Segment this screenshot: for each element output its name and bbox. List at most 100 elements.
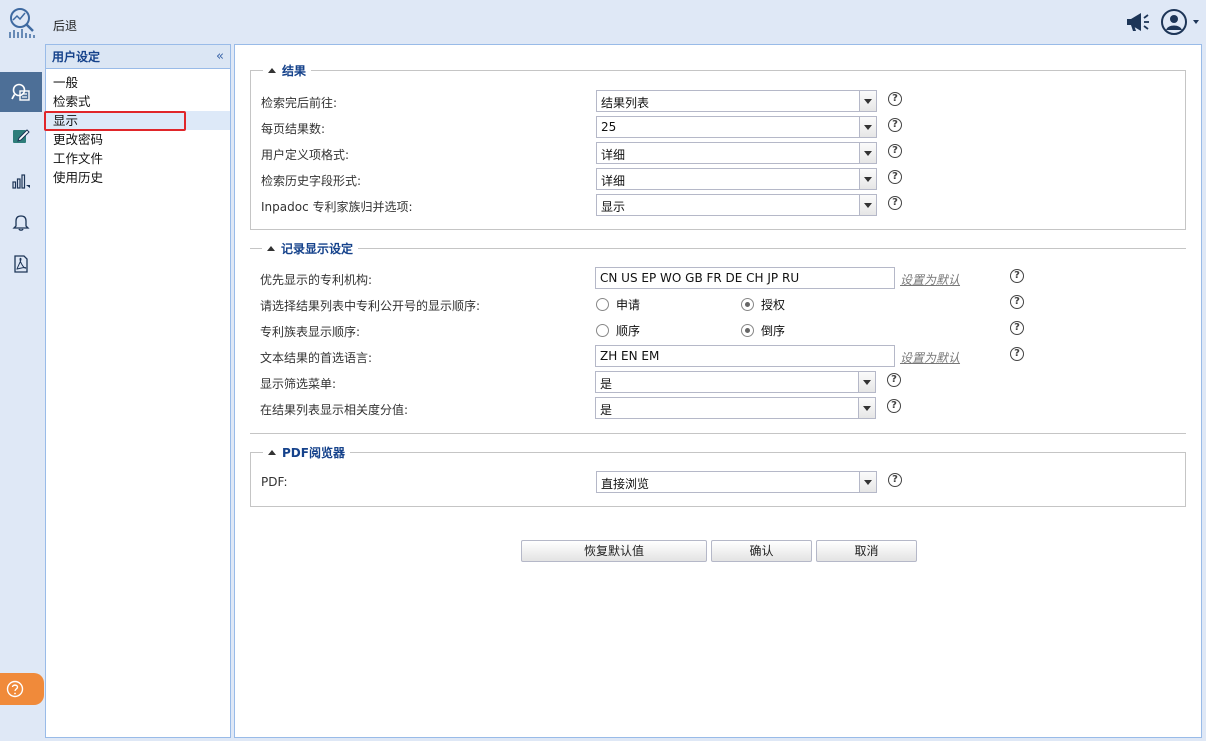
field-label: 优先显示的专利机构: [260, 273, 373, 287]
row-pdf-mode: PDF: 直接浏览 ? [261, 471, 1176, 493]
radio-grant[interactable]: 授权 [741, 296, 785, 313]
help-icon[interactable]: ? [887, 373, 901, 387]
settings-nav-list: 一般 检索式 显示 更改密码 工作文件 使用历史 [44, 69, 230, 187]
pdf-viewer-title: PDF阅览器 [282, 446, 345, 460]
nav-item-work-files[interactable]: 工作文件 [46, 149, 230, 168]
help-icon[interactable]: ? [888, 92, 902, 106]
custom-field-format-select[interactable]: 详细 [596, 142, 877, 164]
nav-item-change-password[interactable]: 更改密码 [46, 130, 230, 149]
radio-label: 倒序 [761, 324, 786, 338]
row-preferred-language: 文本结果的首选语言: 设置为默认 ? [260, 345, 1175, 367]
help-icon[interactable]: ? [1010, 347, 1024, 361]
preferred-authority-input[interactable] [595, 267, 895, 289]
help-icon[interactable]: ? [888, 170, 902, 184]
record-display-legend: 记录显示设定 [262, 240, 359, 257]
field-label: 检索历史字段形式: [261, 174, 362, 188]
results-per-page-select[interactable]: 25 [596, 116, 877, 138]
field-label: 检索完后前往: [261, 96, 338, 110]
confirm-button[interactable]: 确认 [711, 540, 812, 562]
radio-application[interactable]: 申请 [596, 296, 640, 313]
help-icon[interactable]: ? [888, 144, 902, 158]
field-label: PDF: [261, 475, 288, 489]
pdf-viewer-section: PDF阅览器 PDF: 直接浏览 ? [250, 444, 1186, 507]
record-display-title: 记录显示设定 [281, 242, 354, 256]
row-publication-order: 请选择结果列表中专利公开号的显示顺序: 申请 授权 ? [260, 293, 1175, 315]
bell-icon [12, 215, 30, 231]
radio-circle[interactable] [596, 324, 609, 337]
megaphone-icon[interactable] [1124, 10, 1150, 34]
inpadoc-family-select[interactable]: 显示 [596, 194, 877, 216]
filter-menu-select[interactable]: 是 [595, 371, 876, 393]
relevance-score-select[interactable]: 是 [595, 397, 876, 419]
analytics-rail-item[interactable] [0, 160, 42, 200]
search-tool-rail-item[interactable] [0, 72, 42, 112]
collapse-arrow-icon[interactable] [268, 68, 276, 73]
nav-item-general[interactable]: 一般 [46, 73, 230, 92]
alerts-rail-item[interactable] [0, 202, 42, 242]
help-icon[interactable]: ? [1010, 321, 1024, 335]
select-value: 显示 [601, 200, 626, 214]
select-value: 结果列表 [601, 96, 650, 110]
dropdown-arrow-icon[interactable] [858, 398, 875, 418]
collapse-panel-button[interactable]: « [216, 49, 224, 64]
preferred-language-input[interactable] [595, 345, 895, 367]
pdf-rail-item[interactable] [0, 244, 42, 284]
radio-circle-selected[interactable] [741, 298, 754, 311]
radio-ascending[interactable]: 顺序 [596, 322, 640, 339]
settings-nav-header: 用户设定 « [46, 45, 230, 69]
user-icon[interactable] [1160, 8, 1202, 36]
select-value: 直接浏览 [601, 477, 650, 491]
dropdown-arrow-icon[interactable] [859, 472, 876, 492]
collapse-arrow-icon[interactable] [267, 246, 275, 251]
help-icon[interactable]: ? [888, 473, 902, 487]
nav-item-display[interactable]: 显示 [44, 111, 230, 131]
select-value: 是 [600, 403, 613, 417]
help-icon[interactable]: ? [1010, 269, 1024, 283]
help-icon[interactable]: ? [888, 196, 902, 210]
pdf-mode-select[interactable]: 直接浏览 [596, 471, 877, 493]
select-value: 25 [601, 120, 617, 134]
results-row-inpadoc: Inpadoc 专利家族归并选项: 显示 ? [261, 194, 1176, 216]
help-icon[interactable]: ? [888, 118, 902, 132]
dropdown-arrow-icon[interactable] [859, 117, 876, 137]
nav-item-search-query[interactable]: 检索式 [46, 92, 230, 111]
results-row-history-format: 检索历史字段形式: 详细 ? [261, 168, 1176, 190]
help-button[interactable] [0, 673, 44, 705]
help-icon[interactable]: ? [887, 399, 901, 413]
field-label: Inpadoc 专利家族归并选项: [261, 200, 413, 214]
pdf-viewer-legend: PDF阅览器 [263, 444, 350, 461]
radio-circle[interactable] [596, 298, 609, 311]
field-label: 用户定义项格式: [261, 148, 350, 162]
help-icon[interactable]: ? [1010, 295, 1024, 309]
selection-highlight-box [44, 111, 186, 131]
dropdown-arrow-icon[interactable] [859, 169, 876, 189]
nav-item-usage-history[interactable]: 使用历史 [46, 168, 230, 187]
settings-nav-title: 用户设定 [52, 50, 101, 64]
row-preferred-authority: 优先显示的专利机构: 设置为默认 ? [260, 267, 1175, 289]
cancel-button[interactable]: 取消 [816, 540, 917, 562]
radio-label: 顺序 [616, 324, 641, 338]
collapse-arrow-icon[interactable] [268, 450, 276, 455]
dropdown-arrow-icon[interactable] [859, 143, 876, 163]
radio-label: 申请 [616, 298, 641, 312]
radio-descending[interactable]: 倒序 [741, 322, 785, 339]
radio-circle-selected[interactable] [741, 324, 754, 337]
pdf-document-icon [14, 255, 28, 273]
results-row-per-page: 每页结果数: 25 ? [261, 116, 1176, 138]
after-search-select[interactable]: 结果列表 [596, 90, 877, 112]
row-relevance-score: 在结果列表显示相关度分值: 是 ? [260, 397, 1175, 419]
left-icon-rail [0, 44, 44, 741]
question-circle-icon [6, 680, 24, 698]
results-section: 结果 检索完后前往: 结果列表 ? 每页结果数: 25 ? 用户定义项格式: 详… [250, 62, 1186, 230]
dropdown-arrow-icon[interactable] [859, 91, 876, 111]
edit-rail-item[interactable] [0, 116, 42, 156]
history-field-format-select[interactable]: 详细 [596, 168, 877, 190]
dropdown-arrow-icon[interactable] [859, 195, 876, 215]
restore-defaults-button[interactable]: 恢复默认值 [521, 540, 707, 562]
back-link[interactable]: 后退 [53, 17, 77, 34]
set-default-link[interactable]: 设置为默认 [900, 349, 960, 366]
field-label: 请选择结果列表中专利公开号的显示顺序: [260, 299, 481, 313]
set-default-link[interactable]: 设置为默认 [900, 271, 960, 288]
chart-magnifier-logo-icon[interactable] [6, 5, 40, 39]
dropdown-arrow-icon[interactable] [858, 372, 875, 392]
